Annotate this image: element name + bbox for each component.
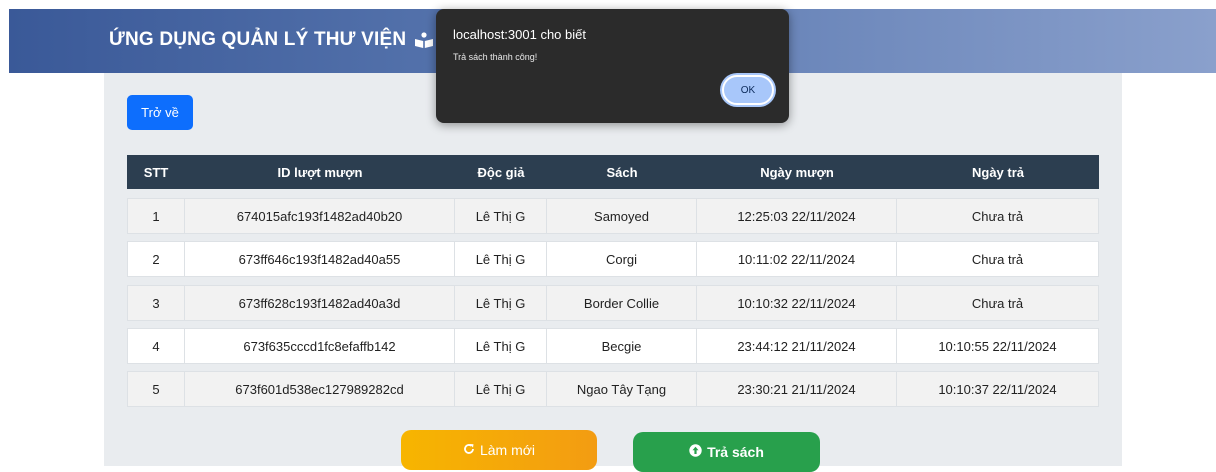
cell-borrow-date: 23:44:12 21/11/2024 [697,328,897,364]
cell-stt: 2 [127,241,185,277]
col-header-borrow-date: Ngày mượn [760,164,834,180]
table-row: 1 674015afc193f1482ad40b20 Lê Thị G Samo… [127,198,1099,234]
app-title-text: ỨNG DỤNG QUẢN LÝ THƯ VIỆN [109,29,407,50]
cell-borrow-id: 673ff646c193f1482ad40a55 [185,241,455,277]
cell-borrow-id: 673ff628c193f1482ad40a3d [185,285,455,321]
refresh-button[interactable]: Làm mới [401,430,597,470]
alert-dialog: localhost:3001 cho biết Trả sách thành c… [436,9,789,123]
cell-reader: Lê Thị G [455,198,547,234]
cell-book: Border Collie [547,285,697,321]
cell-reader: Lê Thị G [455,241,547,277]
cell-reader: Lê Thị G [455,285,547,321]
cell-book: Ngao Tây Tạng [547,371,697,407]
cell-borrow-date: 12:25:03 22/11/2024 [697,198,897,234]
cell-return-date: Chưa trả [897,285,1099,321]
table-row: 5 673f601d538ec127989282cd Lê Thị G Ngao… [127,371,1099,407]
col-header-stt: STT [143,164,169,180]
col-header-book: Sách [606,164,638,180]
table-row: 2 673ff646c193f1482ad40a55 Lê Thị G Corg… [127,241,1099,277]
return-book-button[interactable]: Trả sách [633,432,820,472]
back-button[interactable]: Trở về [127,95,193,130]
cell-book: Corgi [547,241,697,277]
col-header-borrow-id: ID lượt mượn [277,164,363,180]
refresh-label: Làm mới [479,442,536,458]
cell-stt: 5 [127,371,185,407]
cell-borrow-id: 673f601d538ec127989282cd [185,371,455,407]
cell-borrow-id: 674015afc193f1482ad40b20 [185,198,455,234]
cell-book: Becgie [547,328,697,364]
app-title: ỨNG DỤNG QUẢN LÝ THƯ VIỆN [109,29,434,51]
cell-reader: Lê Thị G [455,371,547,407]
arrow-circle-up-icon [689,444,702,460]
dialog-message: Trả sách thành công! [453,52,538,62]
cell-borrow-date: 10:10:32 22/11/2024 [697,285,897,321]
table-row: 3 673ff628c193f1482ad40a3d Lê Thị G Bord… [127,285,1099,321]
cell-reader: Lê Thị G [455,328,547,364]
col-header-return-date: Ngày trả [971,164,1025,180]
table-header: STT ID lượt mượn Độc giả Sách Ngày mượn … [127,155,1099,189]
cell-return-date: 10:10:55 22/11/2024 [897,328,1099,364]
col-header-reader: Độc giả [477,164,525,180]
cell-stt: 1 [127,198,185,234]
cell-return-date: 10:10:37 22/11/2024 [897,371,1099,407]
cell-borrow-id: 673f635cccd1fc8efaffb142 [185,328,455,364]
return-book-label: Trả sách [707,444,764,460]
cell-borrow-date: 23:30:21 21/11/2024 [697,371,897,407]
cell-borrow-date: 10:11:02 22/11/2024 [697,241,897,277]
cell-stt: 4 [127,328,185,364]
dialog-ok-button[interactable]: OK [722,75,774,105]
book-reader-icon [414,32,434,48]
refresh-icon [463,442,475,458]
cell-return-date: Chưa trả [897,241,1099,277]
cell-stt: 3 [127,285,185,321]
table-row: 4 673f635cccd1fc8efaffb142 Lê Thị G Becg… [127,328,1099,364]
dialog-title: localhost:3001 cho biết [453,27,586,42]
cell-book: Samoyed [547,198,697,234]
cell-return-date: Chưa trả [897,198,1099,234]
